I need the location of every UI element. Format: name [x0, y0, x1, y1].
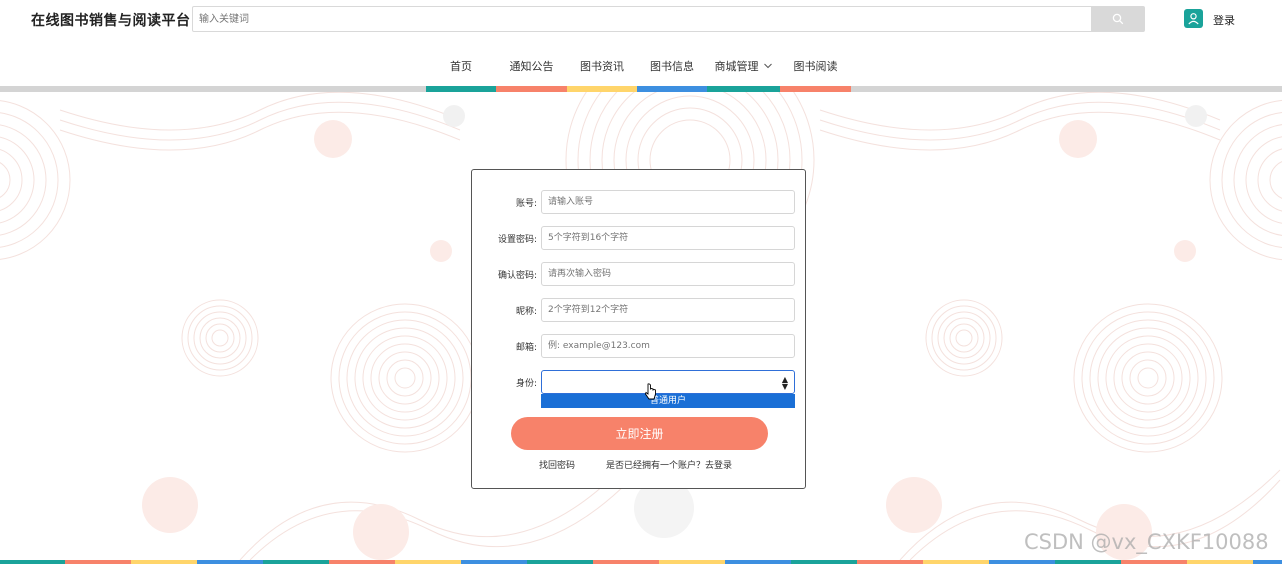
form-row-email: 邮箱:: [472, 334, 807, 358]
email-label: 邮箱:: [515, 343, 537, 353]
search-button[interactable]: [1091, 7, 1144, 31]
go-login-link[interactable]: 是否已经拥有一个账户？去登录: [606, 458, 732, 471]
nav-item-home[interactable]: 首页: [426, 52, 496, 80]
user-icon[interactable]: [1184, 9, 1203, 28]
identity-select[interactable]: ▲ ▼: [541, 370, 795, 394]
register-form: 账号: 设置密码: 确认密码: 昵称: 邮箱: 身份: ▲▼ 普通用户 立即注册…: [471, 169, 806, 489]
account-label: 账号:: [515, 199, 537, 209]
main-nav: 首页 通知公告 图书资讯 图书信息 商城管理 图书阅读: [0, 52, 1282, 86]
login-link[interactable]: 登录: [1213, 12, 1235, 28]
search-bar: [192, 6, 1145, 32]
select-arrows-icon: ▲ ▼: [781, 375, 788, 391]
nav-item-reading[interactable]: 图书阅读: [780, 52, 851, 80]
nav-item-book-info[interactable]: 图书信息: [637, 52, 707, 80]
form-row-password: 设置密码:: [472, 226, 807, 250]
watermark: CSDN @vx_CXKF10088: [1024, 530, 1269, 554]
chevron-down-icon: [763, 63, 772, 69]
nav-item-book-news[interactable]: 图书资讯: [567, 52, 637, 80]
confirm-password-input[interactable]: [541, 262, 795, 286]
email-input[interactable]: [541, 334, 795, 358]
recover-password-link[interactable]: 找回密码: [539, 458, 575, 471]
password-input[interactable]: [541, 226, 795, 250]
nickname-label: 昵称:: [515, 307, 537, 317]
form-row-identity: 身份: ▲ ▼ 普通用户: [472, 370, 807, 408]
password-label: 设置密码:: [497, 235, 537, 245]
form-row-account: 账号:: [472, 190, 807, 214]
mouse-cursor-icon: [645, 383, 656, 400]
search-icon: [1112, 13, 1123, 25]
confirm-password-label: 确认密码:: [497, 271, 537, 281]
site-title: 在线图书销售与阅读平台: [31, 13, 191, 29]
form-row-confirm: 确认密码:: [472, 262, 807, 286]
nickname-input[interactable]: [541, 298, 795, 322]
footer-color-strip: [0, 560, 1282, 564]
nav-item-notices[interactable]: 通知公告: [496, 52, 567, 80]
account-input[interactable]: [541, 190, 795, 214]
nav-item-mall[interactable]: 商城管理: [707, 52, 780, 80]
search-input[interactable]: [193, 7, 1091, 31]
form-row-nickname: 昵称:: [472, 298, 807, 322]
register-button[interactable]: 立即注册: [511, 417, 768, 450]
top-header: 在线图书销售与阅读平台 登录: [0, 0, 1282, 38]
nav-item-mall-label: 商城管理: [714, 60, 759, 73]
identity-label: 身份:: [515, 379, 537, 389]
identity-option-regular-user[interactable]: 普通用户: [541, 394, 795, 408]
